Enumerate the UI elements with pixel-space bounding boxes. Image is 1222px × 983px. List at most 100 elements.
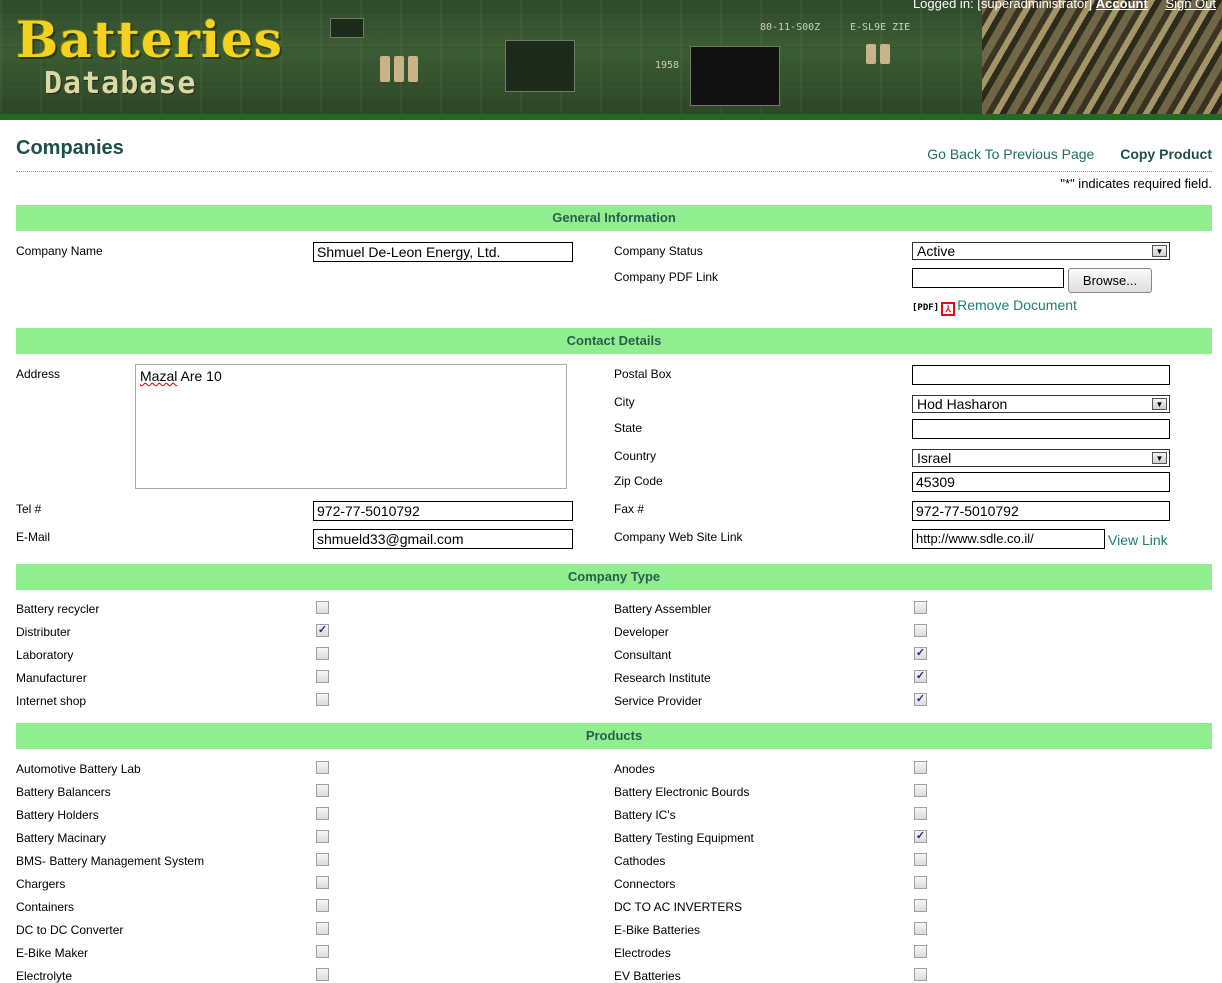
- go-back-link[interactable]: Go Back To Previous Page: [927, 146, 1094, 162]
- zip-code-input[interactable]: 45309: [912, 472, 1170, 492]
- copy-product-link[interactable]: Copy Product: [1120, 146, 1212, 162]
- products-checkbox[interactable]: [316, 784, 329, 797]
- zip-code-label: Zip Code: [614, 474, 663, 488]
- products-checkbox[interactable]: [316, 853, 329, 866]
- company-type-checkbox[interactable]: [914, 601, 927, 614]
- company-type-checkbox[interactable]: [316, 670, 329, 683]
- page-title: Companies: [16, 137, 124, 159]
- products-checkbox[interactable]: [316, 807, 329, 820]
- city-select[interactable]: Hod Hasharon ▼: [912, 395, 1170, 413]
- email-input[interactable]: shmueld33@gmail.com: [313, 529, 573, 549]
- products-checkbox[interactable]: [914, 876, 927, 889]
- products-checkbox[interactable]: [914, 761, 927, 774]
- products-checkbox[interactable]: [316, 830, 329, 843]
- checkmark-icon: ✓: [915, 670, 926, 682]
- products-checkbox[interactable]: [914, 968, 927, 981]
- chevron-down-icon[interactable]: ▼: [1152, 245, 1167, 257]
- products-checkbox[interactable]: [316, 968, 329, 981]
- web-site-input[interactable]: http://www.sdle.co.il/: [912, 529, 1105, 549]
- tel-input[interactable]: 972-77-5010792: [313, 501, 573, 521]
- products-option-label: Battery IC's: [614, 808, 676, 822]
- products-option-label: Battery Macinary: [16, 831, 107, 845]
- circuit-pad: [866, 44, 876, 64]
- circuit-pad: [394, 56, 404, 82]
- products-option-label: BMS- Battery Management System: [16, 854, 205, 868]
- browse-button[interactable]: Browse...: [1068, 268, 1152, 293]
- products-checkbox[interactable]: [914, 853, 927, 866]
- products-option-label: Electrodes: [614, 946, 671, 960]
- chevron-down-icon[interactable]: ▼: [1152, 398, 1167, 410]
- account-link[interactable]: Account: [1096, 0, 1148, 11]
- silkscreen-text: 80-11-S00Z: [760, 22, 821, 33]
- products-checkbox[interactable]: [914, 807, 927, 820]
- products-option-label: Chargers: [16, 877, 66, 891]
- company-type-checkbox[interactable]: [914, 624, 927, 637]
- pdf-tag: [PDF]: [912, 303, 940, 313]
- products-checkbox[interactable]: [316, 922, 329, 935]
- header-banner: 80-11-S00Z E-SL9E ZIE 1958 Batteries Dat…: [0, 0, 1222, 120]
- logo-database: Database: [44, 66, 197, 101]
- fax-input[interactable]: 972-77-5010792: [912, 501, 1170, 521]
- pdf-file-input[interactable]: [912, 268, 1064, 288]
- company-type-checkbox[interactable]: [316, 601, 329, 614]
- products-option-label: DC TO AC INVERTERS: [614, 900, 743, 914]
- state-input[interactable]: [912, 419, 1170, 439]
- country-select[interactable]: Israel ▼: [912, 449, 1170, 467]
- top-links: Go Back To Previous Page Copy Product: [905, 146, 1212, 162]
- checkmark-icon: ✓: [317, 624, 328, 636]
- products-option-label: Electrolyte: [16, 969, 73, 983]
- products-checkbox[interactable]: [316, 899, 329, 912]
- pdf-icon: ⅄: [941, 302, 956, 316]
- required-field-note: "*" indicates required field.: [1060, 176, 1212, 191]
- products-checkbox[interactable]: [316, 945, 329, 958]
- section-header-general: General Information: [16, 205, 1212, 231]
- products-option-label: E-Bike Maker: [16, 946, 89, 960]
- products-checkbox[interactable]: [316, 876, 329, 889]
- company-type-checkbox[interactable]: [316, 647, 329, 660]
- products-option-label: Connectors: [614, 877, 676, 891]
- signout-link[interactable]: Sign Out: [1165, 0, 1216, 11]
- company-name-label: Company Name: [16, 244, 103, 258]
- company-type-option-label: Distributer: [16, 625, 71, 639]
- company-type-checkbox[interactable]: ✓: [914, 693, 927, 706]
- products-checkbox[interactable]: [316, 761, 329, 774]
- section-header-company-type: Company Type: [16, 564, 1212, 590]
- address-rest: Are 10: [177, 368, 222, 384]
- circuit-pad: [880, 44, 890, 64]
- company-type-checkbox[interactable]: ✓: [914, 647, 927, 660]
- view-link[interactable]: View Link: [1108, 532, 1168, 548]
- city-label: City: [614, 395, 635, 409]
- remove-document-link[interactable]: Remove Document: [957, 297, 1077, 313]
- products-checkbox[interactable]: [914, 784, 927, 797]
- products-option-label: E-Bike Batteries: [614, 923, 701, 937]
- chevron-down-icon[interactable]: ▼: [1152, 452, 1167, 464]
- company-pdf-label: Company PDF Link: [614, 270, 719, 284]
- postal-box-input[interactable]: [912, 365, 1170, 385]
- company-type-option-label: Laboratory: [16, 648, 74, 662]
- company-type-option-label: Consultant: [614, 648, 672, 662]
- batteries-photo: [982, 0, 1222, 114]
- products-checkbox[interactable]: [914, 899, 927, 912]
- products-option-label: Anodes: [614, 762, 655, 776]
- products-checkbox[interactable]: ✓: [914, 830, 927, 843]
- logo-batteries[interactable]: Batteries: [16, 10, 283, 69]
- user-bar: Logged in: [superadministrator] Account …: [913, 0, 1216, 11]
- company-name-input[interactable]: Shmuel De-Leon Energy, Ltd.: [313, 242, 573, 262]
- products-option-label: Containers: [16, 900, 75, 914]
- company-type-checkbox[interactable]: ✓: [316, 624, 329, 637]
- circuit-chip: [505, 40, 575, 92]
- circuit-chip: [690, 46, 780, 106]
- company-status-select[interactable]: Active ▼: [912, 242, 1170, 260]
- web-site-label: Company Web Site Link: [614, 530, 743, 544]
- email-label: E-Mail: [16, 530, 51, 544]
- products-option-label: Cathodes: [614, 854, 666, 868]
- products-option-label: EV Batteries: [614, 969, 681, 983]
- address-textarea[interactable]: Mazal Are 10: [135, 364, 567, 489]
- products-option-label: Battery Testing Equipment: [614, 831, 754, 845]
- company-type-checkbox[interactable]: [316, 693, 329, 706]
- products-checkbox[interactable]: [914, 922, 927, 935]
- products-checkbox[interactable]: [914, 945, 927, 958]
- company-type-checkbox[interactable]: ✓: [914, 670, 927, 683]
- checkmark-icon: ✓: [915, 830, 926, 842]
- checkmark-icon: ✓: [915, 693, 926, 705]
